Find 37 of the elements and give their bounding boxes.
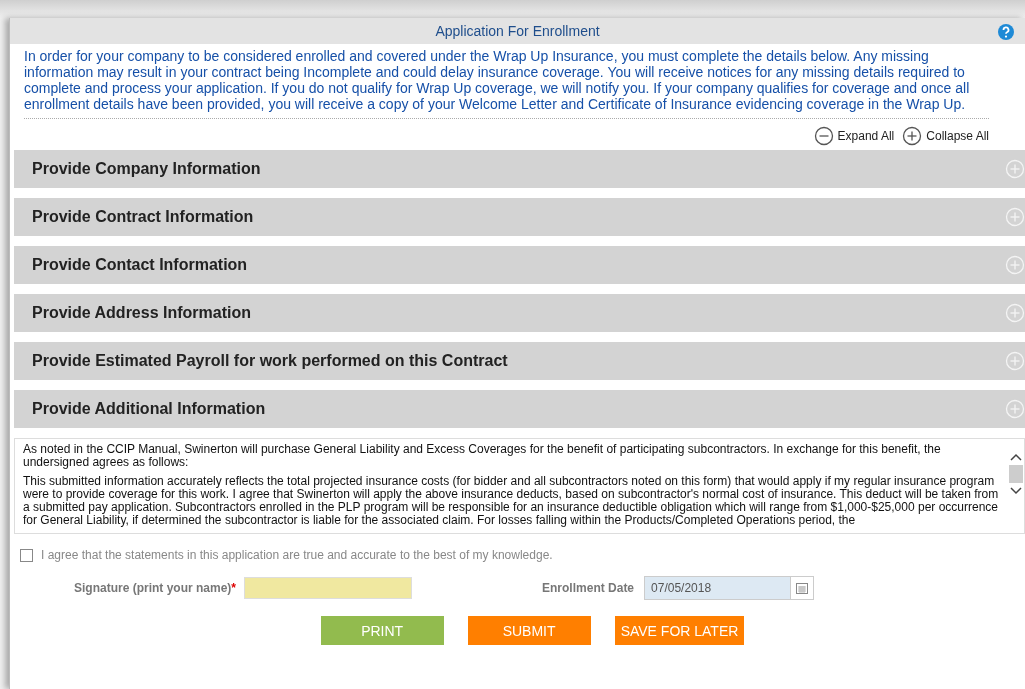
terms-paragraph: As noted in the CCIP Manual, Swinerton will purchase General Liability and Excess Coverages for the benefit of participating subcontractors. In exchange for this benefit, the undersigned agrees as follows: [23,443,942,469]
calendar-icon[interactable] [796,582,809,594]
plus-icon[interactable] [1005,207,1025,227]
intro-text: In order for your company to be considered enrolled and covered under the Wrap Up Insurance, you must complete the details below. Any missing information may result in your contract being Incomplete and could delay insurance coverage. You will receive notices for any missing details required to complete and process your application. If you do not qualify for Wrap Up coverage, we will notify you. If your company qualifies for coverage and once all enrollment details have been provided, you will receive a copy of your Welcome Letter and Certificate of Insurance evidencing coverage in the Wrap Up. [24,48,989,119]
plus-icon[interactable] [1005,255,1025,275]
plus-icon[interactable] [1005,351,1025,371]
help-icon[interactable] [997,23,1015,41]
signature-label: Signature (print your name) [74,581,232,595]
required-mark: * [231,581,237,595]
section-header[interactable]: Provide Company Information [14,150,1025,188]
agree-checkbox[interactable] [20,548,33,562]
expand-all-button[interactable]: Expand All [813,126,895,146]
section-title: Provide Contact Information [32,256,248,274]
section-title: Provide Additional Information [32,400,266,418]
section-header[interactable]: Provide Additional Information [14,390,1025,428]
section-title: Provide Estimated Payroll for work performed on this Contract [32,352,508,370]
section-header[interactable]: Provide Contact Information [14,246,1025,284]
enrollment-date-label: Enrollment Date [542,581,635,595]
section-title: Provide Contract Information [32,208,254,226]
collapse-all-button[interactable]: Collapse All [902,126,989,146]
section-header[interactable]: Provide Address Information [14,294,1025,332]
terms-paragraph: This submitted information accurately reflects the total projected insurance costs (for bidder and all subcontractors noted on this form) that would apply if my regular insurance program were to provide coverage for this work. I agree that Swinerton will apply the above insurance deducts, based on subcontractor's normal cost of insurance. This deduct will be taken from a submitted pay application. Subcontractors enrolled in the PLP program will be responsible for an insurance deductible obligation which will range from $1,000-$25,000 per occurrence for General Liability, if determined the subcontractor is liable for the associated claim. For losses falling within the Products/Completed Operations period, the [23,475,1000,527]
minus-icon [813,126,834,146]
agree-label: I agree that the statements in this application are true and accurate to the best of my knowledge. [41,548,553,562]
window-title: Application For Enrollment [435,23,600,39]
date-field[interactable]: 07/05/2018 [644,576,815,600]
scroll-up-icon[interactable] [1010,453,1022,461]
plus-icon[interactable] [1005,159,1025,179]
section-title: Provide Address Information [32,304,251,322]
section-header[interactable]: Provide Contract Information [14,198,1025,236]
section-header[interactable]: Provide Estimated Payroll for work performed on this Contract [14,342,1025,380]
plus-icon[interactable] [1005,303,1025,323]
signature-field[interactable] [244,577,413,599]
plus-icon[interactable] [1005,399,1025,419]
plus-icon [902,126,923,146]
section-title: Provide Company Information [32,160,261,178]
scroll-down-icon[interactable] [1010,487,1022,495]
